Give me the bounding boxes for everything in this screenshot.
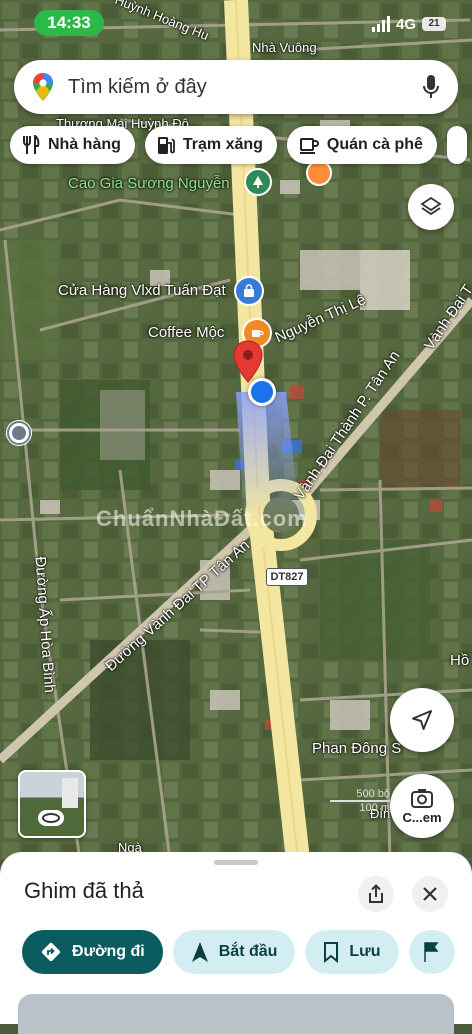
shopping-bag-icon <box>244 284 254 297</box>
navigation-arrow-outline-icon <box>412 710 432 730</box>
road-number-badge: DT827 <box>266 568 308 586</box>
watermark: ChuẩnNhàĐất.com <box>96 506 308 531</box>
place-label-coffee-moc[interactable]: Coffee Mộc <box>148 324 224 341</box>
coffee-cup-marker-icon <box>252 330 264 337</box>
directions-icon <box>41 942 61 962</box>
directions-button[interactable]: Đường đi <box>22 930 163 974</box>
current-location-dot <box>248 378 276 406</box>
gas-station-icon <box>157 137 175 154</box>
battery-icon: 21 <box>422 17 446 31</box>
close-icon <box>423 887 437 901</box>
street-label-phan-dong: Phan Đông S <box>312 740 402 757</box>
place-label-ho: Hồ <box>450 652 470 669</box>
share-icon <box>369 884 383 903</box>
chip-restaurants[interactable]: Nhà hàng <box>10 126 135 164</box>
save-label: Lưu <box>349 943 381 960</box>
scale-label-meters: 100 m <box>359 802 390 814</box>
chip-coffee-label: Quán cà phê <box>326 136 423 153</box>
lens-camera-label: C...em <box>402 809 442 825</box>
coffee-cup-icon <box>299 138 319 154</box>
tree-icon <box>253 176 263 188</box>
search-bar[interactable]: Tìm kiếm ở đây <box>14 60 458 114</box>
category-chips: Nhà hàng Trạm xăng Quán cà phê <box>10 126 467 166</box>
my-location-button[interactable] <box>390 688 454 752</box>
share-button[interactable] <box>358 876 394 912</box>
chip-gas-stations[interactable]: Trạm xăng <box>144 126 277 164</box>
chip-coffee[interactable]: Quán cà phê <box>286 126 437 164</box>
street-marker-icon[interactable] <box>6 420 32 446</box>
flag-icon <box>423 942 439 962</box>
flag-button[interactable] <box>408 930 455 974</box>
scale-bar: 500 bộ 100 m <box>330 788 390 814</box>
place-photo-preview[interactable] <box>18 994 454 1034</box>
search-input[interactable]: Tìm kiếm ở đây <box>68 76 422 99</box>
chip-restaurants-label: Nhà hàng <box>48 136 121 153</box>
rotate-360-icon <box>38 810 64 826</box>
layers-button[interactable] <box>408 184 454 230</box>
chip-more[interactable] <box>446 126 467 164</box>
rotate-360-ring <box>42 813 60 823</box>
sheet-drag-handle[interactable] <box>214 860 258 865</box>
status-indicators: 4G 21 <box>371 12 446 36</box>
bookmark-icon <box>324 942 339 963</box>
layers-icon <box>420 196 442 216</box>
chip-gas-stations-label: Trạm xăng <box>182 136 263 153</box>
network-type: 4G <box>395 15 416 33</box>
status-time: 14:33 <box>34 10 104 36</box>
signal-icon <box>371 16 390 32</box>
place-label-cua-hang[interactable]: Cửa Hàng Vlxd Tuấn Đạt <box>58 282 226 299</box>
save-button[interactable]: Lưu <box>305 930 399 974</box>
scale-label-feet: 500 bộ <box>356 788 390 800</box>
street-marker-dot <box>9 423 29 443</box>
navigation-arrow-icon <box>191 942 208 962</box>
action-buttons: Đường đi Bắt đầu Lưu <box>22 930 455 974</box>
shop-marker-icon[interactable] <box>234 276 264 306</box>
sheet-title: Ghim đã thả <box>24 878 144 903</box>
street-view-building <box>62 778 78 808</box>
place-label-cao-gia[interactable]: Cao Gia Sương Nguyễn <box>68 175 230 192</box>
camera-search-icon <box>411 788 433 808</box>
park-marker-icon[interactable] <box>244 168 272 196</box>
start-label: Bắt đầu <box>218 943 278 960</box>
street-view-thumbnail[interactable] <box>18 770 86 838</box>
directions-label: Đường đi <box>72 943 145 960</box>
fork-knife-icon <box>23 135 40 154</box>
microphone-icon[interactable] <box>422 74 440 100</box>
maps-logo-icon <box>33 73 53 101</box>
start-button[interactable]: Bắt đầu <box>172 930 296 974</box>
place-label-nha-vuong: Nhà Vuông <box>252 40 317 55</box>
lens-camera-button[interactable]: C...em <box>390 774 454 838</box>
close-button[interactable] <box>412 876 448 912</box>
